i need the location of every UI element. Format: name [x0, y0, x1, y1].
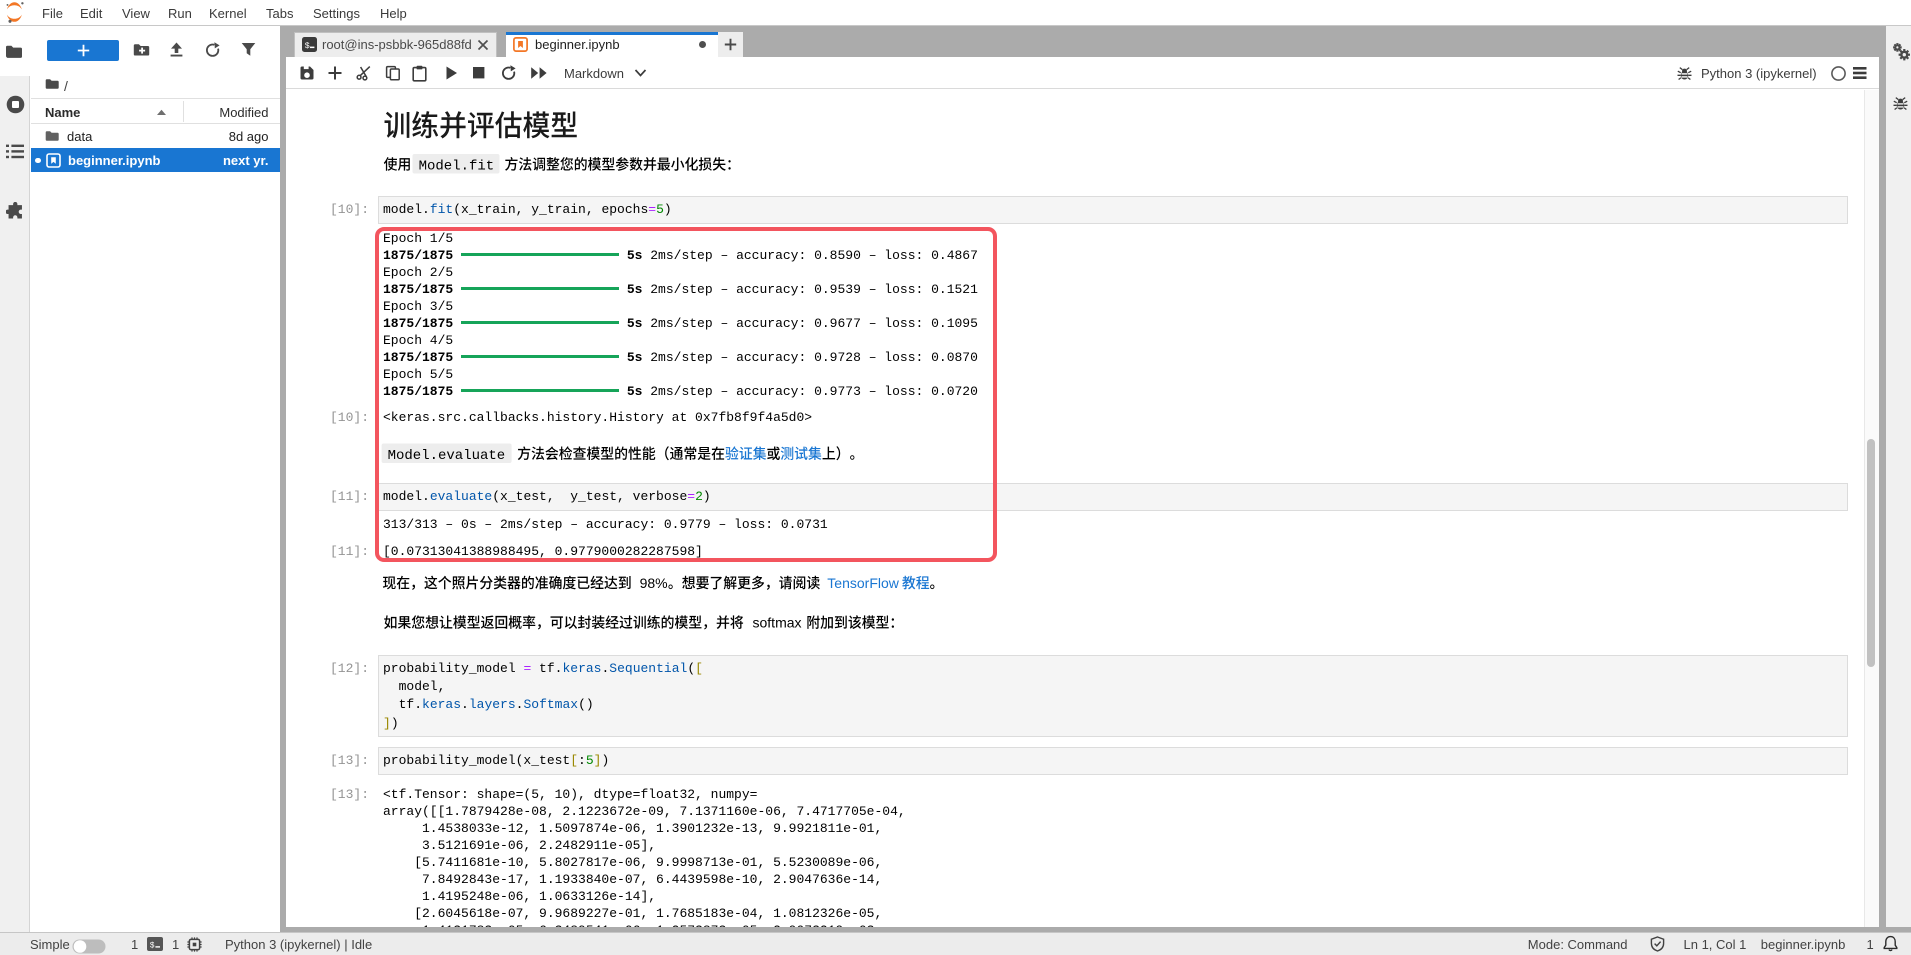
svg-text:Model.fit: Model.fit	[419, 159, 495, 175]
svg-text:softmax: softmax	[753, 615, 802, 631]
svg-text:TensorFlow: TensorFlow	[827, 575, 899, 591]
svg-text:$: $	[150, 941, 155, 950]
svg-text:$: $	[305, 41, 310, 51]
svg-text:98%: 98%	[640, 575, 668, 591]
